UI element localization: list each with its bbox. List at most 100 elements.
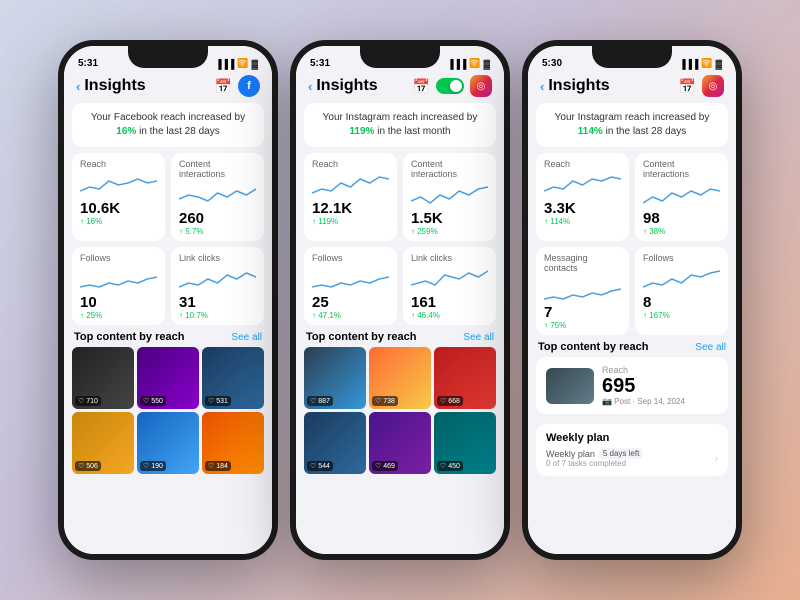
stat-value: 12.1K — [312, 201, 389, 216]
wifi-icon: 🛜 — [701, 58, 712, 69]
content-thumb-3[interactable]: ♡ 531 — [202, 347, 264, 409]
stat-card-reach: Reach 3.3K ↑ 114% — [536, 153, 629, 241]
stat-card-follows: Follows 8 ↑ 167% — [635, 247, 728, 335]
reach-pct: 16% — [116, 126, 136, 137]
post-reach-card[interactable]: Reach 695 📷 Post · Sep 14, 2024 — [536, 357, 728, 414]
content-grid: ♡ 887 ♡ 738 ♡ 668 ♡ 544 ♡ 469 ♡ 450 — [304, 347, 496, 474]
nav-bar: ‹ Insights 📅 ◎ — [528, 71, 736, 103]
content-thumb-1[interactable]: ♡ 887 — [304, 347, 366, 409]
weekly-plan-row[interactable]: Weekly plan 5 days left 0 of 7 tasks com… — [546, 448, 718, 468]
stat-card-reach: Reach 10.6K ↑ 16% — [72, 153, 165, 241]
stat-value: 25 — [312, 295, 389, 310]
stat-change: ↑ 119% — [312, 217, 389, 226]
stat-label: Follows — [643, 253, 720, 263]
post-platform-label: 📷 Post · Sep 14, 2024 — [602, 397, 718, 406]
nav-bar: ‹ Insights 📅 ◎ — [296, 71, 504, 103]
content-thumb-6[interactable]: ♡ 450 — [434, 412, 496, 474]
battery-icon: ▓ — [483, 59, 490, 69]
stat-change: ↑ 114% — [544, 217, 621, 226]
facebook-social-icon[interactable]: f — [238, 75, 260, 97]
reach-headline: Your Facebook reach increased by 16% in … — [72, 103, 264, 147]
content-thumb-5[interactable]: ♡ 469 — [369, 412, 431, 474]
nav-icons: 📅 f — [215, 75, 260, 97]
content-thumb-1[interactable]: ♡ 710 — [72, 347, 134, 409]
weekly-plan-section: Weekly plan Weekly plan 5 days left 0 of… — [536, 424, 728, 476]
back-icon[interactable]: ‹ — [540, 79, 544, 94]
thumb-count: ♡ 668 — [437, 396, 463, 406]
content-thumb-4[interactable]: ♡ 544 — [304, 412, 366, 474]
status-icons: ▐▐▐ 🛜 ▓ — [447, 58, 490, 69]
post-thumbnail — [546, 368, 594, 404]
stat-value: 8 — [643, 295, 720, 310]
see-all-button-3[interactable]: See all — [695, 342, 726, 353]
stat-card-reach: Reach 12.1K ↑ 119% — [304, 153, 397, 241]
signal-icon: ▐▐▐ — [447, 59, 466, 69]
stat-change: ↑ 38% — [643, 227, 720, 236]
nav-title: Insights — [316, 77, 412, 95]
stat-change: ↑ 259% — [411, 227, 488, 236]
instagram-social-icon[interactable]: ◎ — [470, 75, 492, 97]
back-icon[interactable]: ‹ — [76, 79, 80, 94]
stat-card-link-clicks: Link clicks 161 ↑ 46.4% — [403, 247, 496, 325]
calendar-icon[interactable]: 📅 — [679, 78, 696, 95]
platform-toggle[interactable] — [436, 78, 464, 94]
phone-notch — [360, 46, 440, 68]
content-thumb-2[interactable]: ♡ 550 — [137, 347, 199, 409]
post-reach-value: 695 — [602, 375, 718, 397]
post-reach-label: Reach — [602, 365, 718, 375]
stat-value: 1.5K — [411, 211, 488, 226]
thumb-count: ♡ 550 — [140, 396, 166, 406]
status-icons: ▐▐▐ 🛜 ▓ — [679, 58, 722, 69]
content-thumb-5[interactable]: ♡ 190 — [137, 412, 199, 474]
content-thumb-4[interactable]: ♡ 506 — [72, 412, 134, 474]
phone-notch — [128, 46, 208, 68]
stat-change: ↑ 10.7% — [179, 311, 256, 320]
see-all-button[interactable]: See all — [463, 332, 494, 343]
time: 5:31 — [78, 58, 98, 69]
stat-value: 3.3K — [544, 201, 621, 216]
nav-bar: ‹ Insights 📅 f — [64, 71, 272, 103]
thumb-count: ♡ 184 — [205, 461, 231, 471]
weekly-plan-label: Weekly plan — [546, 449, 595, 459]
calendar-icon[interactable]: 📅 — [413, 78, 430, 95]
stat-label: Link clicks — [179, 253, 256, 263]
see-all-button[interactable]: See all — [231, 332, 262, 343]
stat-card-link-clicks: Link clicks 31 ↑ 10.7% — [171, 247, 264, 325]
content-thumb-3[interactable]: ♡ 668 — [434, 347, 496, 409]
stat-chart — [544, 171, 621, 199]
status-icons: ▐▐▐ 🛜 ▓ — [215, 58, 258, 69]
phone-screen: 5:31 ▐▐▐ 🛜 ▓ ‹ Insights 📅 ◎ — [296, 46, 504, 554]
signal-icon: ▐▐▐ — [215, 59, 234, 69]
stat-label: Content interactions — [411, 159, 488, 179]
stat-change: ↑ 75% — [544, 321, 621, 330]
content-thumb-2[interactable]: ♡ 738 — [369, 347, 431, 409]
tasks-completed: 0 of 7 tasks completed — [546, 459, 643, 468]
days-left-badge: 5 days left — [599, 448, 643, 459]
stat-value: 260 — [179, 211, 256, 226]
stats-grid: Reach 10.6K ↑ 16% Content interactions — [72, 153, 264, 325]
thumb-count: ♡ 887 — [307, 396, 333, 406]
instagram-social-icon-2[interactable]: ◎ — [702, 75, 724, 97]
section-header-3: Top content by reach See all — [528, 341, 736, 357]
stat-chart — [179, 181, 256, 209]
stat-label: Content interactions — [179, 159, 256, 179]
section-title: Top content by reach — [74, 331, 184, 343]
stat-card-content-interactions: Content interactions 260 ↑ 5.7% — [171, 153, 264, 241]
stats-grid: Reach 12.1K ↑ 119% Content interactions — [304, 153, 496, 325]
time: 5:30 — [542, 58, 562, 69]
stat-label: Reach — [544, 159, 621, 169]
stat-value: 10 — [80, 295, 157, 310]
thumb-count: ♡ 544 — [307, 461, 333, 471]
thumb-count: ♡ 190 — [140, 461, 166, 471]
calendar-icon[interactable]: 📅 — [215, 78, 232, 95]
stat-chart — [411, 181, 488, 209]
weekly-plan-label-row: Weekly plan 5 days left — [546, 448, 643, 459]
section-title-3: Top content by reach — [538, 341, 648, 353]
stat-label: Link clicks — [411, 253, 488, 263]
stat-change: ↑ 5.7% — [179, 227, 256, 236]
stat-change: ↑ 47.1% — [312, 311, 389, 320]
stat-chart — [179, 265, 256, 293]
stat-label: Reach — [312, 159, 389, 169]
content-thumb-6[interactable]: ♡ 184 — [202, 412, 264, 474]
back-icon[interactable]: ‹ — [308, 79, 312, 94]
